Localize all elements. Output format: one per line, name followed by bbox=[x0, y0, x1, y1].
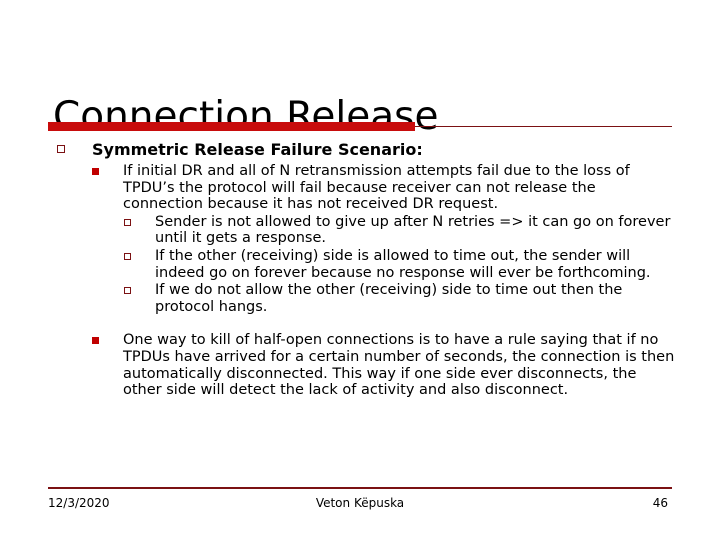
footer-divider bbox=[48, 487, 672, 489]
bullet-text: If we do not allow the other (receiving)… bbox=[155, 282, 623, 315]
small-hollow-square-bullet-icon bbox=[124, 252, 131, 260]
slide: Connection Release Symmetric Release Fai… bbox=[0, 0, 720, 540]
footer-author: Veton Këpuska bbox=[315, 496, 405, 510]
title-underline-accent-bar bbox=[48, 122, 415, 131]
bullet-text: Sender is not allowed to give up after N… bbox=[155, 213, 671, 247]
footer-page-number: 46 bbox=[652, 496, 668, 510]
bullet-text: If initial DR and all of N retransmissio… bbox=[123, 163, 630, 213]
bullet-item-level2: One way to kill of half-open connections… bbox=[48, 332, 678, 398]
bullet-item-level1: Symmetric Release Failure Scenario: bbox=[48, 140, 678, 159]
filled-square-bullet-icon bbox=[92, 337, 99, 345]
slide-body: Symmetric Release Failure Scenario: If i… bbox=[48, 140, 678, 399]
footer: 12/3/2020 Veton Këpuska 46 bbox=[48, 494, 672, 512]
bullet-text: If the other (receiving) side is allowed… bbox=[155, 247, 651, 281]
small-hollow-square-bullet-icon bbox=[124, 287, 131, 295]
section-heading: Symmetric Release Failure Scenario: bbox=[92, 140, 423, 159]
page-title: Connection Release bbox=[53, 94, 439, 140]
filled-square-bullet-icon bbox=[92, 168, 99, 175]
small-hollow-square-bullet-icon bbox=[124, 218, 131, 226]
hollow-square-bullet-icon bbox=[57, 145, 65, 153]
bullet-item-level3: If we do not allow the other (receiving)… bbox=[48, 282, 678, 315]
bullet-text: One way to kill of half-open connections… bbox=[123, 332, 675, 399]
bullet-item-level3: Sender is not allowed to give up after N… bbox=[48, 214, 678, 247]
bullet-item-level2: If initial DR and all of N retransmissio… bbox=[48, 163, 678, 213]
bullet-item-level3: If the other (receiving) side is allowed… bbox=[48, 248, 678, 281]
